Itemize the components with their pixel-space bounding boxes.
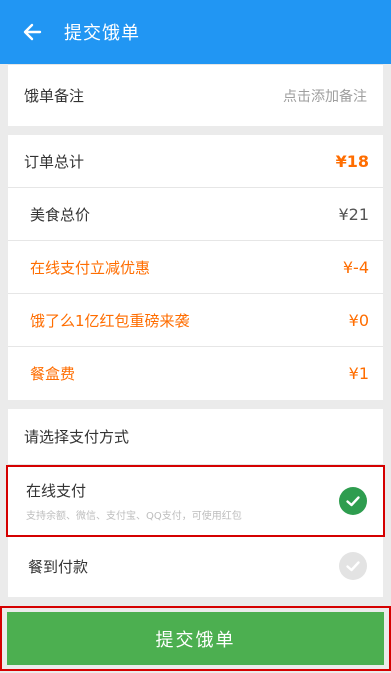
add-remark-link[interactable]: 点击添加备注: [283, 86, 367, 106]
check-circle-icon[interactable]: [339, 552, 367, 580]
price-value: ¥1: [348, 364, 369, 383]
price-label: 在线支付立减优惠: [30, 258, 151, 277]
payment-option-text: 在线支付 支持余额、微信、支付宝、QQ支付，可使用红包: [26, 480, 242, 522]
payment-option-desc: 支持余额、微信、支付宝、QQ支付，可使用红包: [26, 511, 242, 522]
app-header: 提交饿单: [0, 0, 391, 64]
price-row-red-packet: 饿了么1亿红包重磅来袭 ¥0: [8, 294, 383, 347]
order-total-row: 订单总计 ¥18: [8, 135, 383, 188]
order-total-label: 订单总计: [24, 152, 85, 171]
payment-option-title: 在线支付: [26, 482, 87, 500]
arrow-left-icon[interactable]: [12, 12, 52, 52]
remark-label: 饿单备注: [24, 87, 85, 105]
price-label: 美食总价: [30, 205, 91, 224]
payment-option-online[interactable]: 在线支付 支持余额、微信、支付宝、QQ支付，可使用红包: [6, 465, 385, 537]
price-row-online-discount: 在线支付立减优惠 ¥-4: [8, 241, 383, 294]
payment-option-text: 餐到付款: [28, 556, 88, 577]
order-total-value: ¥18: [335, 151, 369, 171]
price-value: ¥-4: [342, 257, 369, 277]
order-total-card: 订单总计 ¥18 美食总价 ¥21 在线支付立减优惠 ¥-4 饿了么1亿红包重磅…: [8, 135, 383, 400]
payment-title: 请选择支付方式: [8, 409, 383, 465]
price-value: ¥0: [348, 310, 369, 330]
payment-card: 请选择支付方式 在线支付 支持余额、微信、支付宝、QQ支付，可使用红包 餐到付款: [6, 409, 385, 597]
submit-area: 提交饿单: [0, 606, 391, 671]
submit-order-button[interactable]: 提交饿单: [7, 612, 384, 665]
remark-card: 饿单备注 点击添加备注: [8, 64, 383, 126]
payment-option-cod[interactable]: 餐到付款: [8, 537, 383, 595]
price-row-box-fee: 餐盒费 ¥1: [8, 347, 383, 400]
payment-option-title: 餐到付款: [28, 557, 89, 576]
check-circle-icon[interactable]: [339, 487, 367, 515]
price-label: 饿了么1亿红包重磅来袭: [30, 311, 190, 330]
price-row-food: 美食总价 ¥21: [8, 188, 383, 241]
price-label: 餐盒费: [30, 365, 76, 383]
page-title: 提交饿单: [64, 23, 140, 44]
price-value: ¥21: [338, 204, 369, 224]
remark-row[interactable]: 饿单备注 点击添加备注: [8, 64, 383, 126]
